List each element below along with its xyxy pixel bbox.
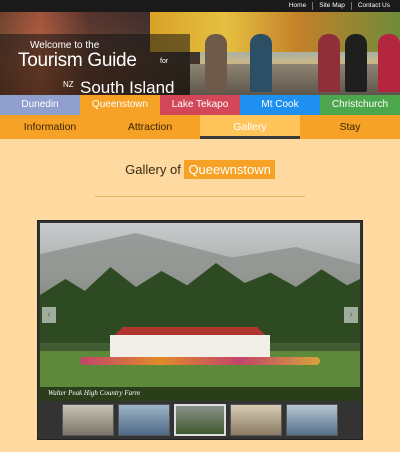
photo-flower-bed	[80, 357, 320, 365]
title-place: Queewnstown	[184, 160, 275, 179]
city-tab-queenstown[interactable]: Queenstown	[80, 95, 160, 115]
title-prefix: Gallery of	[125, 162, 181, 177]
next-arrow-icon[interactable]: ›	[344, 307, 358, 323]
home-link[interactable]: Home	[283, 2, 312, 10]
banner-region: South Island	[80, 78, 175, 95]
site-map-link[interactable]: Site Map	[312, 2, 351, 10]
banner-for: for	[160, 58, 169, 65]
prev-arrow-icon[interactable]: ‹	[42, 307, 56, 323]
image-gallery: ‹ › Walter Peak High Country Farm	[37, 220, 363, 440]
image-caption: Walter Peak High Country Farm	[48, 389, 140, 397]
banner-person	[205, 34, 227, 92]
banner-nz: NZ	[63, 80, 74, 89]
banner-person	[345, 34, 367, 92]
tab-information[interactable]: Information	[0, 115, 100, 139]
thumbnail-strip	[62, 404, 362, 438]
banner-person	[250, 34, 272, 92]
top-bar: Home Site Map Contact Us	[0, 0, 400, 12]
tab-attraction[interactable]: Attraction	[100, 115, 200, 139]
city-tab-christchurch[interactable]: Christchurch	[320, 95, 400, 115]
gallery-main-image: ‹ ›	[40, 223, 360, 401]
city-tab-lake-tekapo[interactable]: Lake Tekapo	[160, 95, 240, 115]
tab-stay[interactable]: Stay	[300, 115, 400, 139]
banner-person	[378, 34, 400, 92]
thumbnail[interactable]	[62, 404, 114, 436]
city-nav: Dunedin Queenstown Lake Tekapo Mt Cook C…	[0, 95, 400, 115]
thumbnail[interactable]	[230, 404, 282, 436]
divider	[95, 196, 305, 197]
thumbnail[interactable]	[286, 404, 338, 436]
utility-nav: Home Site Map Contact Us	[283, 0, 396, 12]
site-title: Tourism Guide	[18, 50, 137, 71]
photo-farmhouse	[110, 335, 270, 357]
section-nav: Information Attraction Gallery Stay	[0, 115, 400, 139]
page-title: Gallery of Queewnstown	[0, 160, 400, 179]
city-tab-mt-cook[interactable]: Mt Cook	[240, 95, 320, 115]
tab-gallery[interactable]: Gallery	[200, 115, 300, 139]
banner-person	[318, 34, 340, 92]
city-tab-dunedin[interactable]: Dunedin	[0, 95, 80, 115]
thumbnail[interactable]	[118, 404, 170, 436]
thumbnail-selected[interactable]	[174, 404, 226, 436]
contact-us-link[interactable]: Contact Us	[350, 2, 396, 10]
header-banner: Welcome to the Tourism Guide for NZ Sout…	[0, 12, 400, 95]
